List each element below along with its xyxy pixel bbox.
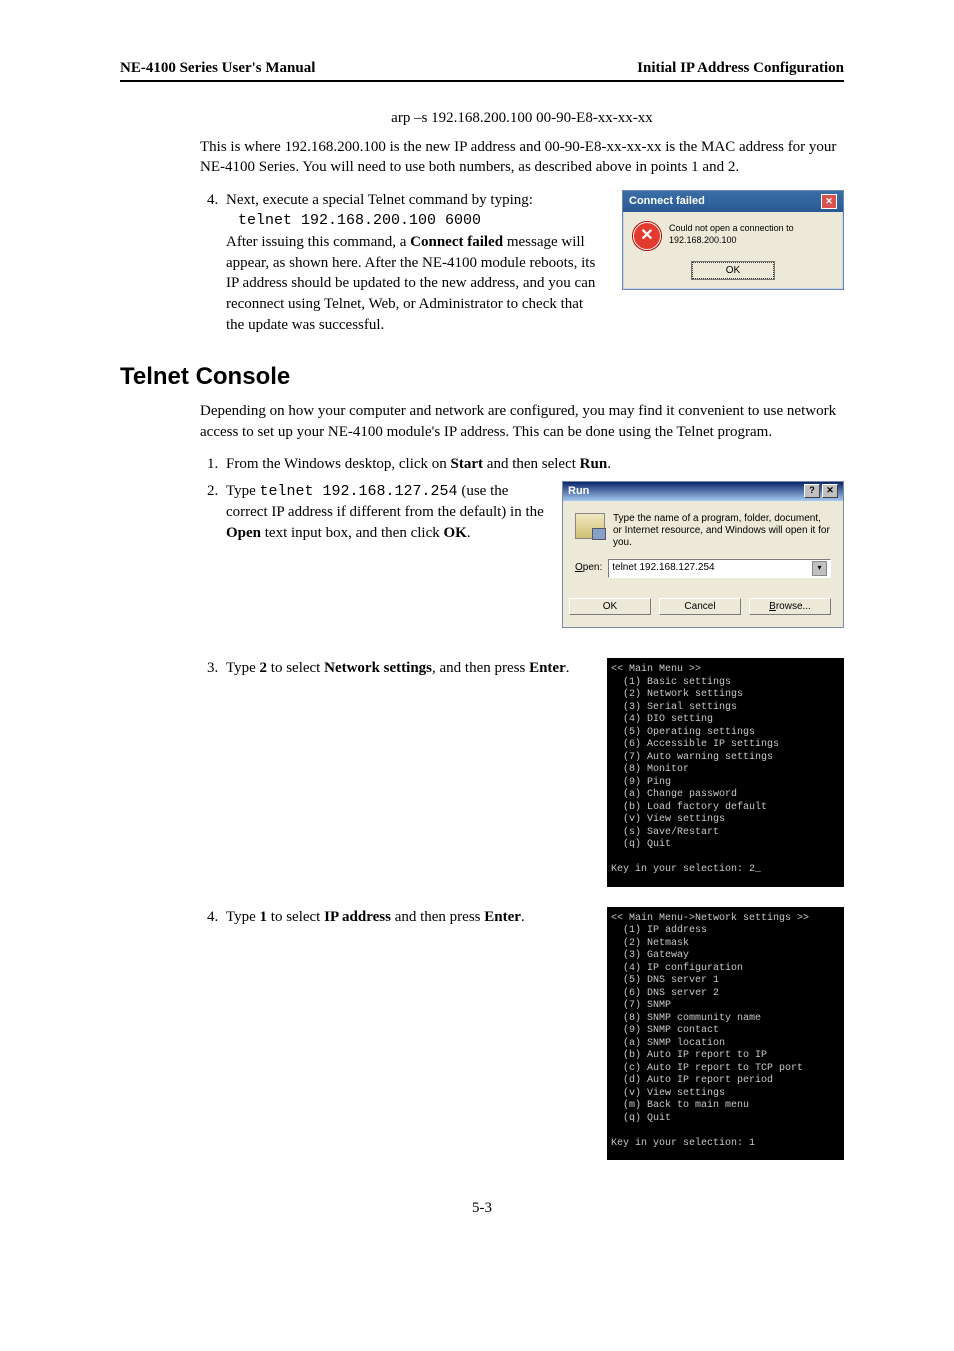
ok-button[interactable]: OK <box>569 598 651 616</box>
telnet-console-heading: Telnet Console <box>120 363 844 391</box>
run-description: Type the name of a program, folder, docu… <box>613 513 831 549</box>
dialog-title-text: Connect failed <box>629 194 705 209</box>
telnet-intro: Depending on how your computer and netwo… <box>200 401 844 442</box>
error-icon: ✕ <box>633 222 661 250</box>
connect-failed-dialog: Connect failed ✕ ✕ Could not open a conn… <box>622 190 844 291</box>
page-number: 5-3 <box>120 1200 844 1217</box>
run-title-text: Run <box>568 484 589 499</box>
tc-step-4: Type 1 to select IP address and then pre… <box>222 907 844 1161</box>
open-label: Open: <box>575 561 602 575</box>
step4-tail-b: Connect failed <box>410 234 503 250</box>
step-4: Next, execute a special Telnet command b… <box>222 190 844 336</box>
chevron-down-icon[interactable]: ▾ <box>812 561 827 576</box>
run-program-icon <box>575 513 605 539</box>
page-header: NE-4100 Series User's Manual Initial IP … <box>120 60 844 82</box>
dialog-titlebar: Connect failed ✕ <box>623 191 843 212</box>
run-titlebar: Run ? ✕ <box>563 482 843 501</box>
run-dialog: Run ? ✕ Type the name of a program, fold… <box>562 481 844 629</box>
header-left: NE-4100 Series User's Manual <box>120 60 315 77</box>
cancel-button[interactable]: Cancel <box>659 598 741 616</box>
network-settings-terminal: << Main Menu->Network settings >> (1) IP… <box>607 907 844 1161</box>
arp-command: arp –s 192.168.200.100 00-90-E8-xx-xx-xx <box>200 110 844 127</box>
arp-explanation: This is where 192.168.200.100 is the new… <box>200 137 844 178</box>
close-icon[interactable]: ✕ <box>821 194 837 209</box>
tc-step-3: Type 2 to select Network settings, and t… <box>222 658 844 887</box>
step4-lead: Next, execute a special Telnet command b… <box>226 192 533 208</box>
help-icon[interactable]: ? <box>804 484 820 498</box>
close-icon[interactable]: ✕ <box>822 484 838 498</box>
step4-tail-a: After issuing this command, a <box>226 234 410 250</box>
main-menu-terminal: << Main Menu >> (1) Basic settings (2) N… <box>607 658 844 887</box>
dialog-message: Could not open a connection to 192.168.2… <box>669 222 833 247</box>
browse-button[interactable]: Browse... <box>749 598 831 616</box>
header-right: Initial IP Address Configuration <box>637 60 844 77</box>
tc-step-2: Type telnet 192.168.127.254 (use the cor… <box>222 481 844 629</box>
step4-cmd: telnet 192.168.200.100 6000 <box>238 212 481 229</box>
tc-step-1: From the Windows desktop, click on Start… <box>222 454 844 475</box>
open-value: telnet 192.168.127.254 <box>612 561 714 575</box>
ok-button[interactable]: OK <box>692 262 774 280</box>
open-input[interactable]: telnet 192.168.127.254 ▾ <box>608 559 831 578</box>
